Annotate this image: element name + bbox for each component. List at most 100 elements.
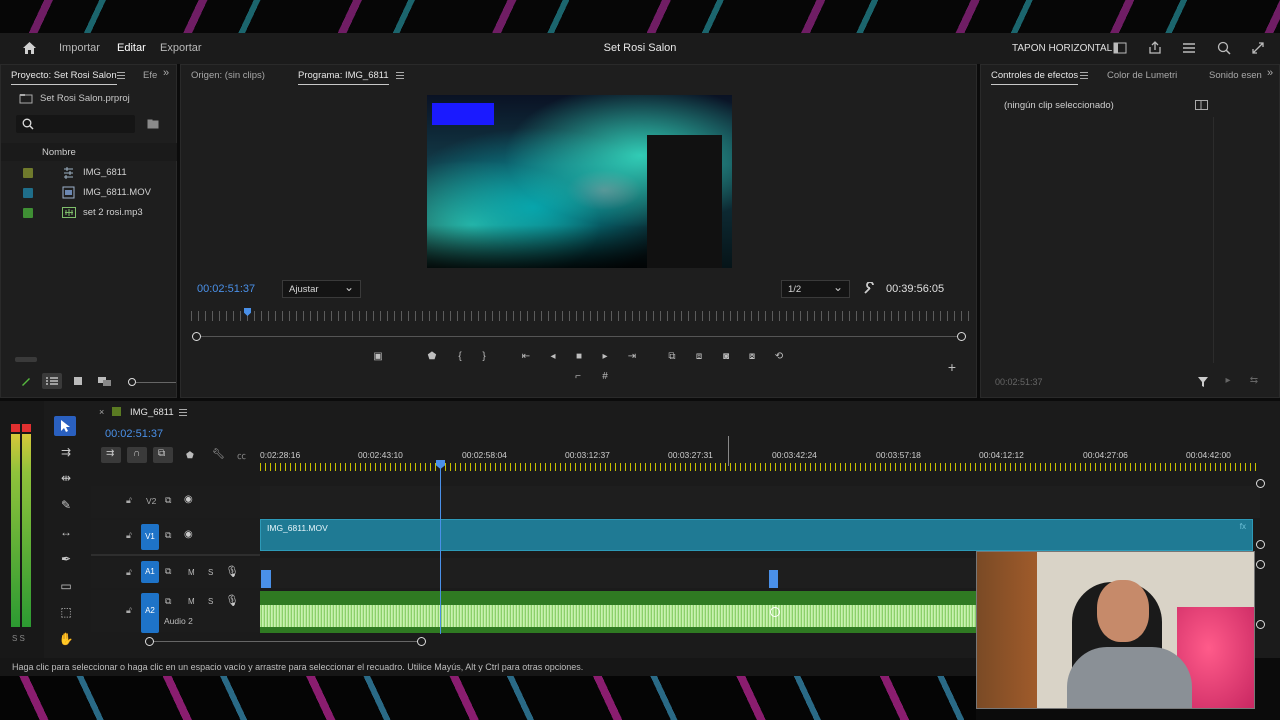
menu-icon[interactable] (1182, 42, 1196, 54)
home-icon[interactable] (22, 41, 37, 55)
tab-effect-controls[interactable]: Controles de efectos (991, 70, 1079, 85)
search-input[interactable] (16, 115, 135, 133)
track-target-a2[interactable]: A2 (141, 593, 159, 633)
snap-button[interactable]: ∩ (127, 447, 147, 463)
zoom-handle-right[interactable] (957, 332, 966, 341)
track-lane-a1[interactable] (260, 558, 977, 588)
export-frame-icon[interactable]: ◙ (719, 351, 733, 363)
freeform-view-icon[interactable] (97, 376, 113, 386)
zoom-slider-handle[interactable] (128, 378, 136, 386)
tab-lumetri[interactable]: Color de Lumetri (1107, 70, 1177, 81)
resolution-dropdown[interactable]: 1/2 (781, 280, 850, 298)
audio-clip-a2[interactable] (260, 591, 976, 633)
add-marker-icon[interactable]: ⬟ (425, 351, 439, 363)
nest-toggle-button[interactable]: ⇉ (101, 447, 121, 463)
scroll-handle-left[interactable] (145, 637, 154, 646)
stop-icon[interactable]: ■ (572, 351, 586, 363)
microphone-icon[interactable]: 🎙︎ (225, 594, 239, 607)
meter-clip-left[interactable] (11, 424, 20, 432)
new-bin-icon[interactable] (147, 119, 159, 129)
column-name[interactable]: Nombre (42, 147, 76, 158)
panel-menu-icon[interactable] (396, 72, 404, 79)
track-label[interactable]: V2 (146, 496, 156, 506)
workspace-selector[interactable]: TAPON HORIZONTAL (1012, 43, 1112, 54)
list-view-button[interactable] (42, 373, 62, 389)
captions-icon[interactable]: ㏄ (237, 449, 246, 462)
lock-icon[interactable]: 🔓︎ (126, 567, 132, 578)
audio-clip-a1[interactable] (261, 570, 271, 588)
video-scroll-handle-bottom[interactable] (1256, 540, 1265, 549)
double-chevron-icon[interactable]: » (1267, 67, 1273, 79)
slip-tool[interactable]: ↔ (56, 523, 76, 541)
sync-lock-icon[interactable]: ⧉ (165, 596, 171, 607)
loop-icon[interactable]: ⟲ (772, 351, 786, 363)
label-color-swatch[interactable] (23, 188, 33, 198)
sync-lock-icon[interactable]: ⧉ (165, 495, 171, 506)
tab-effects[interactable]: Efe (143, 70, 157, 81)
video-scroll-handle-top[interactable] (1256, 479, 1265, 488)
progress-icon[interactable] (1217, 41, 1231, 55)
pen-tool[interactable]: ✒ (56, 550, 76, 568)
go-to-out-icon[interactable]: ⇥ (625, 351, 639, 363)
grid-icon[interactable]: # (598, 371, 612, 383)
razor-tool[interactable]: ✎ (56, 496, 76, 514)
zoom-slider-track[interactable] (136, 382, 176, 383)
microphone-icon[interactable]: 🎙︎ (225, 565, 239, 578)
panel-menu-icon[interactable] (117, 72, 125, 79)
tab-essential-sound[interactable]: Sonido esen (1209, 70, 1262, 81)
loop-audio-icon[interactable]: ⇆ (1247, 375, 1261, 387)
sequence-tab[interactable]: IMG_6811 (130, 407, 174, 418)
lock-icon[interactable]: 🔓︎ (126, 605, 132, 616)
type-tool[interactable]: ⬚ (56, 603, 76, 621)
workspaces-icon[interactable] (1113, 42, 1127, 54)
lift-clip-icon[interactable]: ⧉ (665, 351, 679, 363)
tab-project[interactable]: Proyecto: Set Rosi Salon (11, 70, 117, 85)
meter-solo-labels[interactable]: S S (12, 634, 25, 643)
track-divider[interactable] (91, 554, 260, 556)
monitor-time-ruler[interactable] (191, 311, 969, 321)
eye-icon[interactable]: ◉ (184, 494, 193, 505)
mark-out-icon[interactable]: } (477, 351, 491, 363)
show-timeline-icon[interactable] (1195, 100, 1208, 110)
timeline-playhead[interactable] (440, 461, 441, 634)
track-target-v1[interactable]: V1 (141, 524, 159, 550)
tab-exportar[interactable]: Exportar (160, 42, 202, 54)
selection-tool[interactable] (54, 416, 76, 436)
tab-importar[interactable]: Importar (59, 42, 100, 54)
timeline-ruler-ticks[interactable] (260, 463, 1260, 471)
hand-tool[interactable]: ✋ (56, 630, 76, 648)
audio-scroll-handle-bottom[interactable] (1256, 620, 1265, 629)
comparison-view-icon[interactable]: ⧇ (745, 351, 759, 363)
linked-selection-button[interactable]: ⧉ (153, 447, 173, 463)
zoom-handle-left[interactable] (192, 332, 201, 341)
video-clip[interactable]: IMG_6811.MOV fx (260, 519, 1253, 551)
mark-in-icon[interactable]: { (453, 351, 467, 363)
lock-icon[interactable]: 🔓︎ (126, 530, 132, 541)
mute-button[interactable]: M (188, 568, 195, 577)
solo-button[interactable]: S (208, 597, 213, 606)
filter-icon[interactable] (1197, 376, 1209, 388)
list-item[interactable]: IMG_6811 (1, 163, 177, 183)
solo-button[interactable]: S (208, 568, 213, 577)
share-icon[interactable] (1148, 41, 1162, 54)
ripple-edit-tool[interactable]: ⇹ (56, 469, 76, 487)
label-color-swatch[interactable] (23, 168, 33, 178)
wrench-icon[interactable] (863, 282, 876, 295)
track-target-a1[interactable]: A1 (141, 561, 159, 583)
label-color-swatch[interactable] (23, 208, 33, 218)
fit-dropdown[interactable]: Ajustar (282, 280, 361, 298)
step-forward-icon[interactable]: ▸ (598, 351, 612, 363)
tab-editar[interactable]: Editar (117, 42, 146, 54)
icon-view-icon[interactable] (73, 376, 83, 386)
lock-icon[interactable]: 🔓︎ (126, 495, 132, 506)
audio-scroll-handle-top[interactable] (1256, 560, 1265, 569)
lift-icon[interactable]: ▣ (371, 351, 385, 363)
sync-lock-icon[interactable]: ⧉ (165, 566, 171, 577)
audio-clip-a1[interactable] (769, 570, 778, 588)
list-item[interactable]: IMG_6811.MOV (1, 183, 177, 203)
sequence-menu-icon[interactable] (179, 409, 187, 416)
mute-button[interactable]: M (188, 597, 195, 606)
meter-clip-right[interactable] (22, 424, 31, 432)
keyframe-icon[interactable] (770, 607, 780, 617)
rectangle-tool[interactable]: ▭ (56, 577, 76, 595)
